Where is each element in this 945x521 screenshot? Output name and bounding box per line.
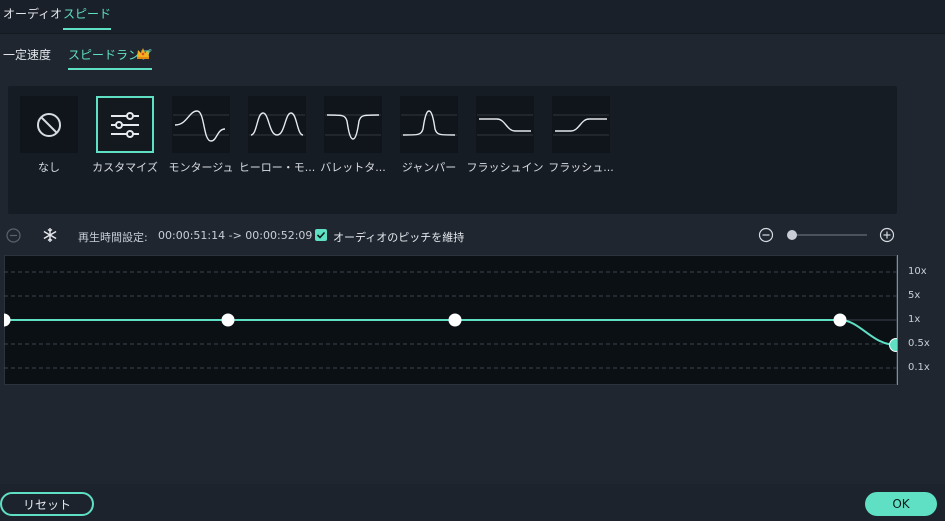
y-axis-label: 0.1x xyxy=(908,362,930,373)
curve-point-selected[interactable] xyxy=(889,338,898,352)
curve-point[interactable] xyxy=(221,313,235,327)
y-axis-label: 0.5x xyxy=(908,338,930,349)
tab-audio[interactable]: オーディオ xyxy=(3,5,62,28)
speed-curve-svg[interactable] xyxy=(4,255,897,385)
preset-jumper[interactable]: ジャンパー xyxy=(400,96,458,174)
y-axis-label: 5x xyxy=(908,290,921,301)
curve-point[interactable] xyxy=(4,313,11,327)
preset-thumb xyxy=(476,96,534,153)
flash-in-curve-icon xyxy=(477,114,533,135)
preset-flash-in[interactable]: フラッシュイン xyxy=(467,96,544,174)
crown-icon xyxy=(137,48,149,59)
sliders-icon xyxy=(111,111,139,138)
preset-none[interactable]: なし xyxy=(20,96,78,174)
freeze-frame-icon[interactable] xyxy=(42,227,58,243)
playhead-line xyxy=(897,255,898,385)
reset-button[interactable]: リセット xyxy=(0,492,94,516)
speed-panel: オーディオ スピード 一定速度 スピードランプ なし カスタマイズ モンタージュ… xyxy=(0,0,945,521)
preset-thumb xyxy=(172,96,230,153)
preset-hero[interactable]: ヒーロー・モ... xyxy=(239,96,315,174)
bottom-bar xyxy=(0,484,945,521)
no-symbol-icon xyxy=(37,112,61,137)
zoom-slider-handle[interactable] xyxy=(787,230,797,240)
preset-thumb xyxy=(324,96,382,153)
hero-curve-icon xyxy=(249,111,305,136)
y-axis-label: 10x xyxy=(908,266,927,277)
flash-out-curve-icon xyxy=(553,114,609,135)
remove-point-icon[interactable] xyxy=(6,228,21,243)
zoom-slider-track[interactable] xyxy=(792,234,867,236)
preset-thumb xyxy=(20,96,78,153)
tab-speed[interactable]: スピード xyxy=(63,5,112,30)
preset-thumb xyxy=(400,96,458,153)
ok-button[interactable]: OK xyxy=(865,492,937,516)
zoom-in-icon[interactable] xyxy=(879,227,895,243)
check-icon xyxy=(316,231,326,239)
preset-thumb xyxy=(248,96,306,153)
zoom-out-icon[interactable] xyxy=(758,227,774,243)
preset-customize[interactable]: カスタマイズ xyxy=(92,96,158,174)
montage-curve-icon xyxy=(173,109,229,142)
keep-pitch-label[interactable]: オーディオのピッチを維持 xyxy=(333,229,464,245)
y-axis-label: 1x xyxy=(908,314,921,325)
preset-bullet[interactable]: バレットタ... xyxy=(320,96,386,174)
subtab-constant-speed[interactable]: 一定速度 xyxy=(3,46,51,68)
keep-pitch-checkbox[interactable] xyxy=(315,229,327,241)
jumper-curve-icon xyxy=(401,109,457,136)
playback-duration-label: 再生時間設定: xyxy=(78,231,148,244)
preset-thumb xyxy=(552,96,610,153)
top-tab-bar: オーディオ スピード xyxy=(0,0,945,34)
preset-flash-out[interactable]: フラッシュ... xyxy=(548,96,614,174)
preset-montage[interactable]: モンタージュ xyxy=(168,96,234,174)
curve-point[interactable] xyxy=(833,313,847,327)
preset-thumb xyxy=(96,96,154,153)
playback-duration-value: 00:00:51:14 -> 00:00:52:09 xyxy=(158,229,313,242)
curve-point[interactable] xyxy=(448,313,462,327)
bullet-curve-icon xyxy=(325,113,381,140)
preset-panel: なし カスタマイズ モンタージュ ヒーロー・モ... バレットタ... ジャンパ… xyxy=(8,86,897,214)
speed-curve-graph[interactable] xyxy=(4,255,897,385)
preset-label: フラッシュ... xyxy=(548,161,614,174)
